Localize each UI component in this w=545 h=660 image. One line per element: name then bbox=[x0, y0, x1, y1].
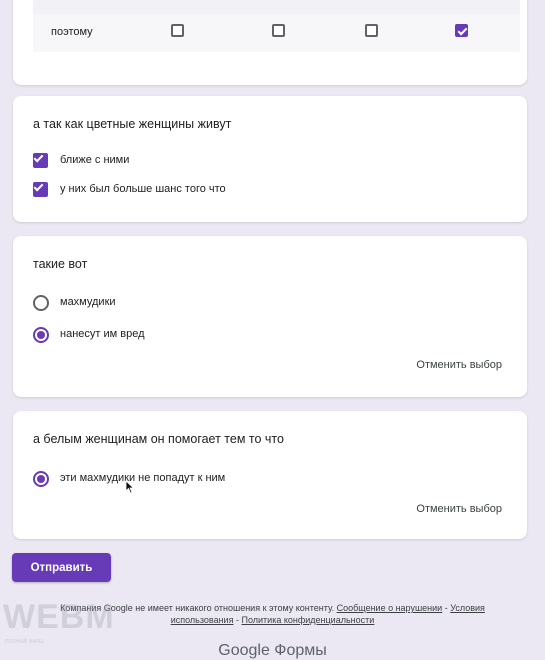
grid-checkbox-col-4[interactable] bbox=[455, 24, 468, 37]
google-forms-logo: Google Формы bbox=[218, 642, 327, 659]
grid-question-card: поэтому bbox=[13, 0, 527, 85]
clear-selection-button[interactable]: Отменить выбор bbox=[416, 359, 502, 371]
question-card-3: а белым женщинам он помогает тем то что … bbox=[13, 411, 527, 539]
cursor-icon bbox=[125, 480, 135, 494]
option-label: нанесут им вред bbox=[60, 328, 145, 340]
footer-separator: - bbox=[444, 603, 448, 613]
grid-checkbox-col-3[interactable] bbox=[365, 24, 378, 37]
question-title: а белым женщинам он помогает тем то что bbox=[33, 432, 284, 446]
option-label: ближе с ними bbox=[60, 154, 130, 166]
option-label: махмудики bbox=[60, 296, 116, 308]
checkbox-checked-icon[interactable] bbox=[33, 182, 48, 197]
submit-button[interactable]: Отправить bbox=[12, 553, 111, 582]
question-card-1: а так как цветные женщины живут ближе с … bbox=[13, 96, 527, 222]
question-card-2: такие вот махмудики нанесут им вред Отме… bbox=[13, 236, 527, 397]
privacy-link[interactable]: Политика конфиденциальности bbox=[242, 615, 375, 625]
grid-row-label: поэтому bbox=[51, 26, 93, 38]
option-label: эти махмудики не попадут к ним bbox=[60, 472, 226, 484]
radio-selected-icon[interactable] bbox=[33, 471, 49, 487]
clear-selection-button[interactable]: Отменить выбор bbox=[416, 503, 502, 515]
footer-separator: - bbox=[235, 615, 239, 625]
watermark-logo: WEBM bbox=[3, 598, 115, 636]
question-title: такие вот bbox=[33, 257, 88, 271]
watermark-subtext: ПОЛНЫЙ ФАРШ bbox=[5, 639, 44, 645]
radio-selected-icon[interactable] bbox=[33, 327, 49, 343]
question-title: а так как цветные женщины живут bbox=[33, 117, 232, 131]
report-abuse-link[interactable]: Сообщение о нарушении bbox=[337, 603, 443, 613]
grid-checkbox-col-2[interactable] bbox=[272, 24, 285, 37]
checkbox-checked-icon[interactable] bbox=[33, 153, 48, 168]
grid-row: поэтому bbox=[33, 14, 520, 52]
radio-icon[interactable] bbox=[33, 295, 49, 311]
option-label: у них был больше шанс того что bbox=[60, 183, 226, 195]
grid-row-previous bbox=[33, 0, 520, 14]
grid-checkbox-col-1[interactable] bbox=[171, 24, 184, 37]
